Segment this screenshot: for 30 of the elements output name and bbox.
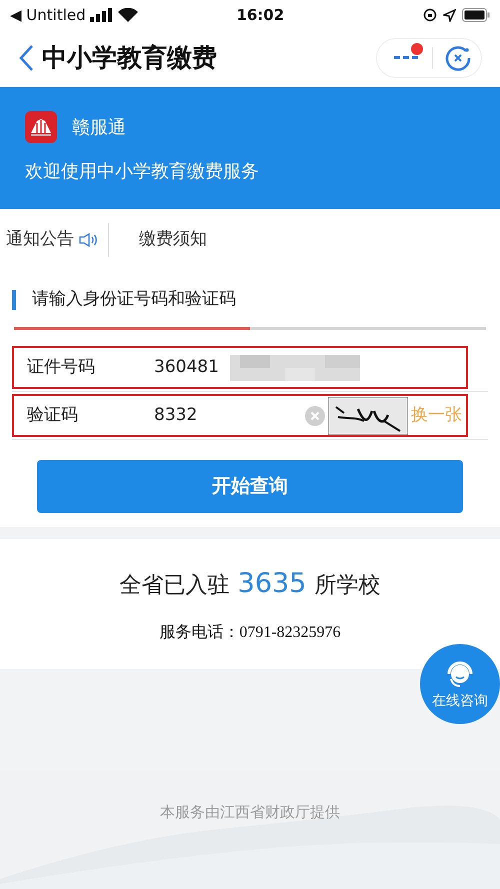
submit-button[interactable]: 开始查询 bbox=[37, 460, 463, 513]
consult-button[interactable]: 在线咨询 bbox=[420, 644, 500, 724]
signal-icon bbox=[90, 8, 114, 22]
stats-suffix: 所学校 bbox=[314, 572, 380, 600]
close-icon[interactable] bbox=[445, 45, 471, 71]
input-field[interactable]: 360481 bbox=[154, 354, 230, 380]
section-heading: 请输入身份证号码和验证码 bbox=[32, 288, 236, 312]
input-field[interactable]: 8332 bbox=[154, 402, 230, 428]
service-phone: 服务电话：0791-82325976 bbox=[159, 622, 341, 642]
back-icon[interactable] bbox=[18, 44, 34, 72]
back-app-label[interactable]: ◀ Untitled bbox=[10, 4, 86, 26]
welcome-text: 欢迎使用中小学教育缴费服务 bbox=[25, 160, 260, 184]
more-icon[interactable] bbox=[394, 54, 420, 62]
field-label: 验证码 bbox=[26, 404, 79, 427]
wifi-icon bbox=[118, 8, 138, 22]
notice-tab[interactable]: 通知公告 bbox=[6, 227, 74, 253]
page-title: 中小学教育缴费 bbox=[42, 42, 217, 74]
stats-prefix: 全省已入驻 bbox=[120, 572, 230, 600]
headset-icon bbox=[446, 659, 474, 689]
school-count: 3635 bbox=[238, 567, 306, 601]
app-name: 赣服通 bbox=[72, 116, 126, 140]
notice-tab[interactable]: 缴费须知 bbox=[139, 227, 207, 253]
location-icon bbox=[442, 8, 456, 22]
battery-icon bbox=[462, 8, 490, 22]
status-time: 16:02 bbox=[236, 4, 284, 26]
rotation-lock-icon bbox=[422, 8, 437, 22]
speaker-icon bbox=[78, 232, 98, 248]
app-logo-icon bbox=[25, 111, 57, 143]
provider-note: 本服务由江西省财政厅提供 bbox=[159, 802, 341, 823]
field-label: 证件号码 bbox=[26, 356, 96, 379]
